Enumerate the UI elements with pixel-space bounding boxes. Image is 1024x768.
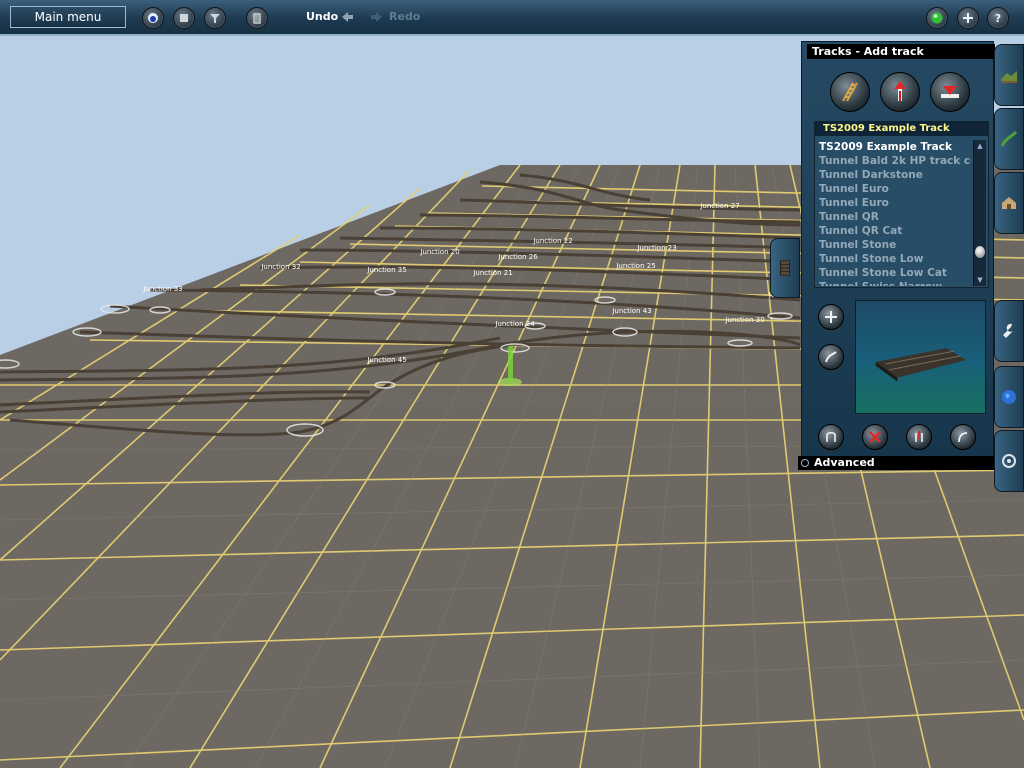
track-icon xyxy=(1000,130,1018,147)
scroll-down-icon[interactable]: ▼ xyxy=(975,276,985,284)
track-list-item[interactable]: Tunnel Bald 2k HP track conc xyxy=(819,154,971,168)
settings-tab[interactable] xyxy=(994,430,1024,492)
junction-label[interactable]: Junction 25 xyxy=(615,262,655,270)
redo-button: Redo xyxy=(389,10,421,23)
objects-tab[interactable] xyxy=(994,172,1024,234)
add-asset-icon[interactable] xyxy=(818,304,844,330)
curve-track-icon[interactable] xyxy=(818,344,844,370)
panel-title: Tracks - Add track xyxy=(807,44,995,59)
track-list[interactable]: TS2009 Example Track Tunnel Bald 2k HP tr… xyxy=(819,140,971,286)
junction-label[interactable]: Junction 32 xyxy=(260,263,300,271)
track-list-item[interactable]: Tunnel Swiss Narrow xyxy=(819,280,971,286)
track-tab[interactable] xyxy=(994,108,1024,170)
terrain-tab[interactable] xyxy=(994,44,1024,106)
track-list-item[interactable]: Tunnel Stone Low Cat xyxy=(819,266,971,280)
track-list-item[interactable]: Tunnel Stone Low xyxy=(819,252,971,266)
track-preview xyxy=(855,300,986,414)
track-list-item[interactable]: Tunnel Stone xyxy=(819,238,971,252)
undo-button[interactable]: Undo xyxy=(306,10,338,23)
house-icon xyxy=(1002,197,1016,209)
advanced-label: Advanced xyxy=(814,456,875,469)
wrench-icon xyxy=(1003,323,1014,338)
junction-label[interactable]: Junction 22 xyxy=(532,237,572,245)
junction-label[interactable]: Junction 35 xyxy=(366,266,406,274)
collapse-panel-tab[interactable] xyxy=(770,238,800,298)
trash-icon[interactable] xyxy=(246,7,268,29)
smooth-track-icon[interactable] xyxy=(818,424,844,450)
split-track-icon[interactable] xyxy=(906,424,932,450)
delete-track-icon[interactable] xyxy=(862,424,888,450)
track-list-item[interactable]: Tunnel QR Cat xyxy=(819,224,971,238)
scroll-up-icon[interactable]: ▲ xyxy=(975,142,985,150)
junction-label[interactable]: Junction 45 xyxy=(366,356,406,364)
junction-label[interactable]: Junction 23 xyxy=(636,244,676,252)
track-list-item[interactable]: Tunnel Euro xyxy=(819,196,971,210)
track-list-item[interactable]: Tunnel Euro xyxy=(819,182,971,196)
track-asset-list: TS2009 Example Track TS2009 Example Trac… xyxy=(814,121,989,288)
terrain-icon xyxy=(1001,71,1017,83)
junction-label[interactable]: Junction 30 xyxy=(724,316,764,324)
junction-label[interactable]: Junction 33 xyxy=(142,285,182,293)
redo-arrow-icon xyxy=(371,12,382,22)
track-list-item[interactable]: TS2009 Example Track xyxy=(819,140,971,154)
track-ladder-icon[interactable] xyxy=(830,72,870,112)
track-piece-icon xyxy=(780,260,790,276)
track-lower-icon[interactable] xyxy=(930,72,970,112)
help-icon[interactable]: ? xyxy=(987,7,1009,29)
status-green-icon[interactable] xyxy=(926,7,948,29)
selected-track-header: TS2009 Example Track xyxy=(815,122,988,136)
main-menu-button[interactable]: Main menu xyxy=(10,6,126,28)
straighten-track-icon[interactable] xyxy=(950,424,976,450)
filter-icon[interactable] xyxy=(204,7,226,29)
stop-icon[interactable] xyxy=(173,7,195,29)
tools-tab[interactable] xyxy=(994,300,1024,362)
list-scrollbar[interactable]: ▲ ▼ xyxy=(973,140,986,286)
undo-arrow-icon[interactable] xyxy=(340,10,354,24)
top-toolbar: Main menu Undo Redo ? xyxy=(0,0,1024,36)
junction-label[interactable]: Junction 43 xyxy=(611,307,651,315)
svg-text:?: ? xyxy=(995,12,1001,25)
track-raise-icon[interactable] xyxy=(880,72,920,112)
track-list-item[interactable]: Tunnel Darkstone xyxy=(819,168,971,182)
junction-label[interactable]: Junction 21 xyxy=(472,269,512,277)
track-list-item[interactable]: Tunnel QR xyxy=(819,210,971,224)
eye-icon[interactable] xyxy=(142,7,164,29)
scroll-thumb[interactable] xyxy=(975,246,985,258)
globe-icon xyxy=(1002,390,1016,404)
junction-label[interactable]: Junction 24 xyxy=(494,320,535,328)
advanced-toggle[interactable]: Advanced xyxy=(798,456,994,470)
plus-icon[interactable] xyxy=(957,7,979,29)
tracks-panel: Tracks - Add track TS2009 Example Track … xyxy=(801,41,995,469)
junction-label[interactable]: Junction 26 xyxy=(497,253,538,261)
world-tab[interactable] xyxy=(994,366,1024,428)
junction-label[interactable]: Junction 20 xyxy=(419,248,459,256)
junction-label[interactable]: Junction 27 xyxy=(699,202,739,210)
gear-icon xyxy=(1002,454,1016,468)
advanced-radio-icon[interactable] xyxy=(801,459,809,467)
